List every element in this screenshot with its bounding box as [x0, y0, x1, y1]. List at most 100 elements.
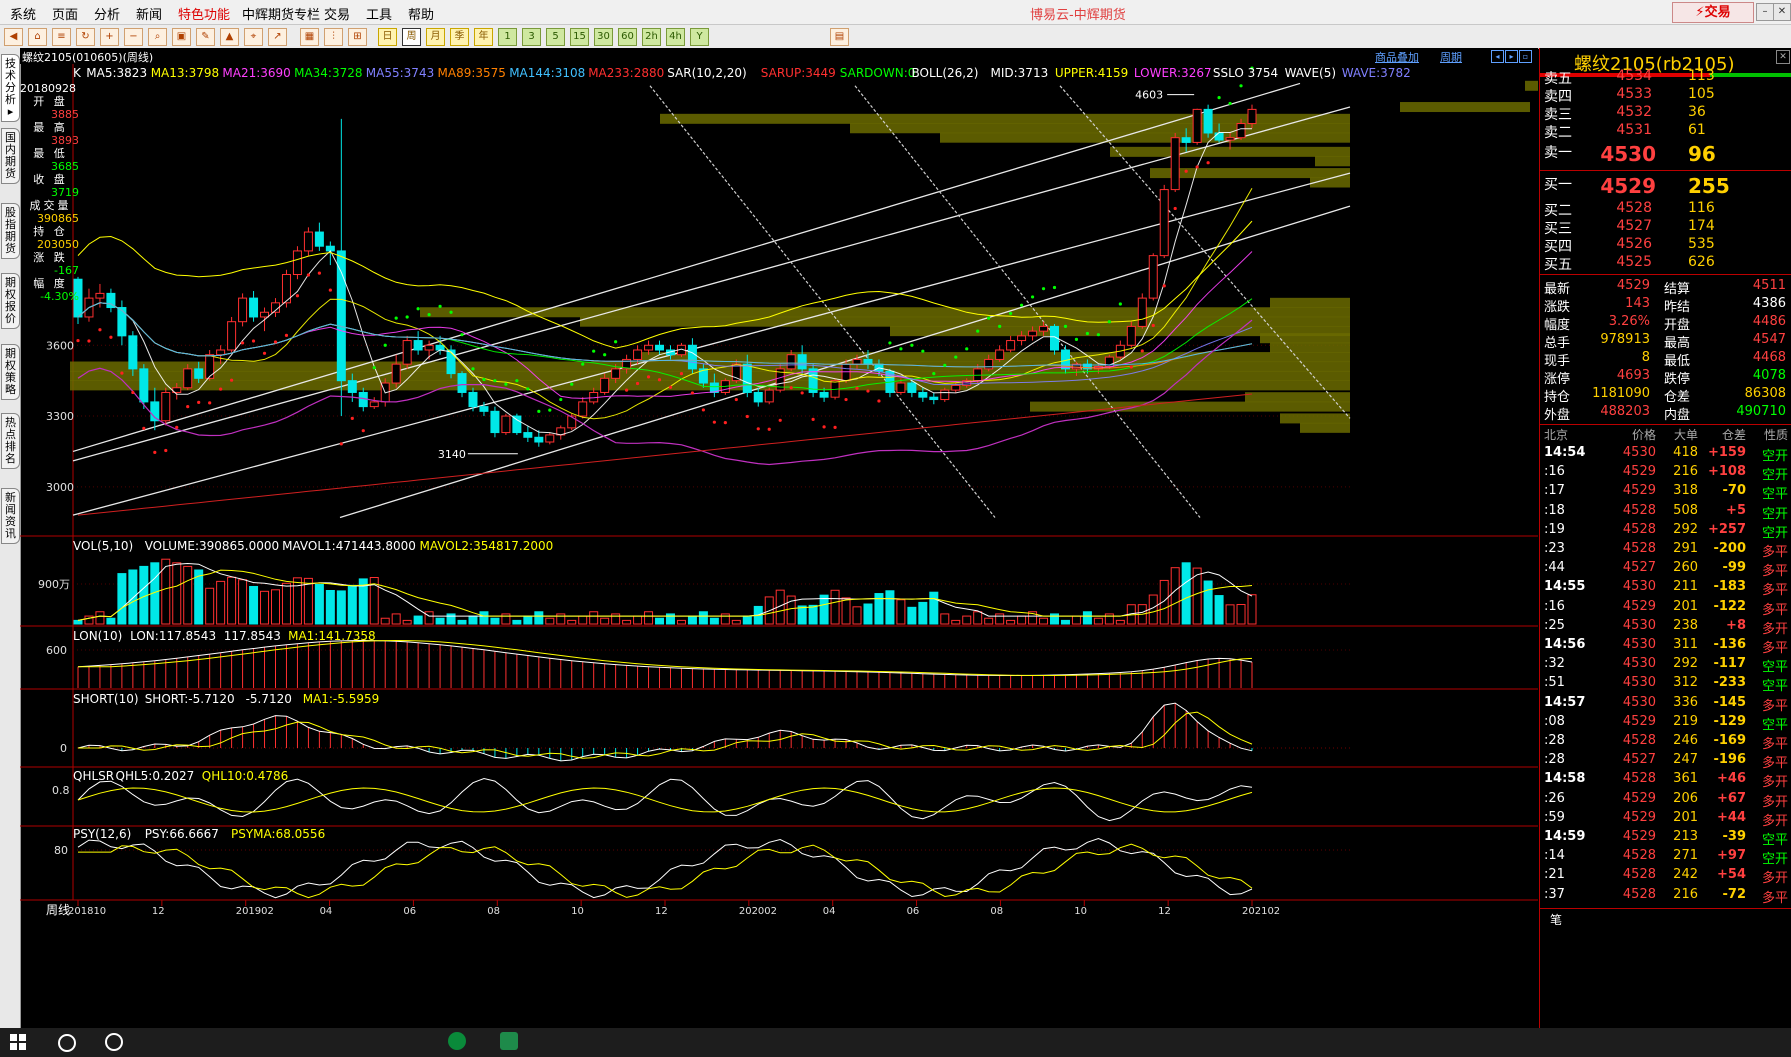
zoom-out-icon[interactable]: −	[124, 28, 143, 46]
sar-dot	[1118, 302, 1122, 306]
ticks-footer[interactable]: 笔	[1540, 907, 1791, 927]
ask-row[interactable]: 卖一 4530 96	[1540, 142, 1791, 166]
ask-row[interactable]: 卖二 4531 61	[1540, 122, 1791, 142]
interval-button-3[interactable]: 15	[570, 28, 589, 46]
panel-close-icon[interactable]: ✕	[1776, 50, 1790, 64]
interval-button-0[interactable]: 1	[498, 28, 517, 46]
table-icon[interactable]: ▦	[300, 28, 319, 46]
bid-row[interactable]: 买四 4526 535	[1540, 236, 1791, 256]
menu-item-2[interactable]: 分析	[94, 4, 120, 23]
home-icon[interactable]: ⌂	[28, 28, 47, 46]
ask-row[interactable]: 卖五 4534 113	[1540, 68, 1791, 88]
indicator-legend-item: LON:117.8543	[130, 629, 217, 643]
candle-body	[227, 321, 237, 351]
volume-profile-bar	[640, 352, 1350, 363]
left-tab-2[interactable]: 股指期货	[1, 203, 20, 259]
trend-icon[interactable]: ↗	[268, 28, 287, 46]
interval-button-2[interactable]: 5	[546, 28, 565, 46]
window-icon[interactable]: ▣	[172, 28, 191, 46]
menu-item-5[interactable]: 中辉期货专栏	[242, 4, 320, 23]
candle-body	[1225, 137, 1235, 141]
sar-dot	[888, 341, 892, 345]
indicator-legend-item: MA21:3690	[222, 66, 291, 80]
bid-row[interactable]: 买一 4529 255	[1540, 174, 1791, 198]
trade-icon: ⚡	[1695, 5, 1705, 20]
volume-bar	[665, 613, 675, 625]
menu-item-4[interactable]: 特色功能	[178, 4, 230, 23]
back-icon[interactable]: ◀	[4, 28, 23, 46]
kline-icon[interactable]: ⫶	[324, 28, 343, 46]
refresh-icon[interactable]: ↻	[76, 28, 95, 46]
menu-item-1[interactable]: 页面	[52, 4, 78, 23]
candle-body	[1017, 335, 1027, 342]
excel-icon[interactable]	[500, 1032, 518, 1050]
ask-label: 卖三	[1544, 107, 1572, 123]
left-tab-6[interactable]: 新闻资讯	[1, 488, 20, 544]
tick-price: 4528	[1622, 733, 1656, 748]
tick-oi-change: +257	[1707, 521, 1746, 537]
tick-nature: 多平	[1761, 583, 1788, 599]
left-tab-0[interactable]: 技术分析 ▸	[1, 54, 20, 122]
period-button-0[interactable]: 日	[378, 28, 397, 46]
calculator-icon[interactable]: ▤	[830, 28, 849, 46]
search-icon[interactable]: ⌕	[148, 28, 167, 46]
left-tab-4[interactable]: 期权策略	[1, 344, 20, 400]
bid-row[interactable]: 买五 4525 626	[1540, 254, 1791, 274]
tick-icon[interactable]: ⊞	[348, 28, 367, 46]
pin-icon[interactable]: ⌖	[244, 28, 263, 46]
sar-dot	[1228, 101, 1232, 106]
ask-row[interactable]: 卖三 4532 36	[1540, 104, 1791, 124]
period-button-2[interactable]: 月	[426, 28, 445, 46]
menu-item-0[interactable]: 系统	[10, 4, 36, 23]
candle-body	[1214, 132, 1224, 141]
tick-volume: 311	[1673, 637, 1698, 652]
bid-row[interactable]: 买三 4527 174	[1540, 218, 1791, 238]
period-button-4[interactable]: 年	[474, 28, 493, 46]
period-button-1[interactable]: 周	[402, 28, 421, 46]
menu-item-3[interactable]: 新闻	[136, 4, 162, 23]
close-window-icon[interactable]: ✕	[1773, 3, 1791, 21]
low-price-mark: 3140	[438, 448, 466, 461]
interval-button-6[interactable]: 2h	[642, 28, 661, 46]
left-tab-3[interactable]: 期权报价	[1, 273, 20, 329]
menu-item-7[interactable]: 工具	[366, 4, 392, 23]
sar-dot	[186, 405, 190, 409]
wechat-icon[interactable]	[448, 1032, 466, 1050]
sar-dot	[1096, 333, 1100, 337]
hat-icon[interactable]: ▲	[220, 28, 239, 46]
stat-label: 开盘	[1664, 318, 1691, 333]
interval-button-5[interactable]: 60	[618, 28, 637, 46]
overlay-commodity-link[interactable]: 商品叠加	[1375, 49, 1419, 65]
indicator-legend-item: MAVOL1:471443.8000	[282, 539, 416, 553]
left-tab-5[interactable]: 热点排名	[1, 413, 20, 469]
tab-arrow-icon: ▸	[7, 105, 14, 118]
sar-dot	[844, 397, 848, 402]
tick-volume: 336	[1673, 694, 1698, 710]
interval-button-7[interactable]: 4h	[666, 28, 685, 46]
volume-bar	[819, 594, 829, 625]
menu-item-6[interactable]: 交易	[324, 4, 350, 23]
chart-expand-button[interactable]: ▫	[1519, 50, 1532, 63]
menu-item-8[interactable]: 帮助	[408, 4, 434, 23]
tick-row[interactable]: :37 4528 216 -72 多平	[1540, 887, 1791, 909]
left-tab-1[interactable]: 国内期货	[1, 128, 20, 184]
period-button-3[interactable]: 季	[450, 28, 469, 46]
bid-row[interactable]: 买二 4528 116	[1540, 200, 1791, 220]
zoom-in-icon[interactable]: +	[100, 28, 119, 46]
interval-button-4[interactable]: 30	[594, 28, 613, 46]
period-link[interactable]: 周期	[1440, 49, 1462, 65]
interval-button-8[interactable]: Y	[690, 28, 709, 46]
chart-shift-left-button[interactable]: ◂	[1491, 50, 1504, 63]
interval-button-1[interactable]: 3	[522, 28, 541, 46]
lon-bars	[77, 640, 1253, 688]
minimize-icon[interactable]: –	[1756, 3, 1774, 21]
ask-row[interactable]: 卖四 4533 105	[1540, 86, 1791, 106]
list-icon[interactable]: ≡	[52, 28, 71, 46]
draw-icon[interactable]: ✎	[196, 28, 215, 46]
volume-bar	[830, 589, 840, 625]
trade-button[interactable]: ⚡交易	[1672, 2, 1754, 23]
search-icon[interactable]	[58, 1034, 76, 1052]
chart-shift-right-button[interactable]: ▸	[1505, 50, 1518, 63]
windows-start-icon[interactable]	[10, 1034, 26, 1050]
task-view-icon[interactable]	[105, 1033, 123, 1051]
